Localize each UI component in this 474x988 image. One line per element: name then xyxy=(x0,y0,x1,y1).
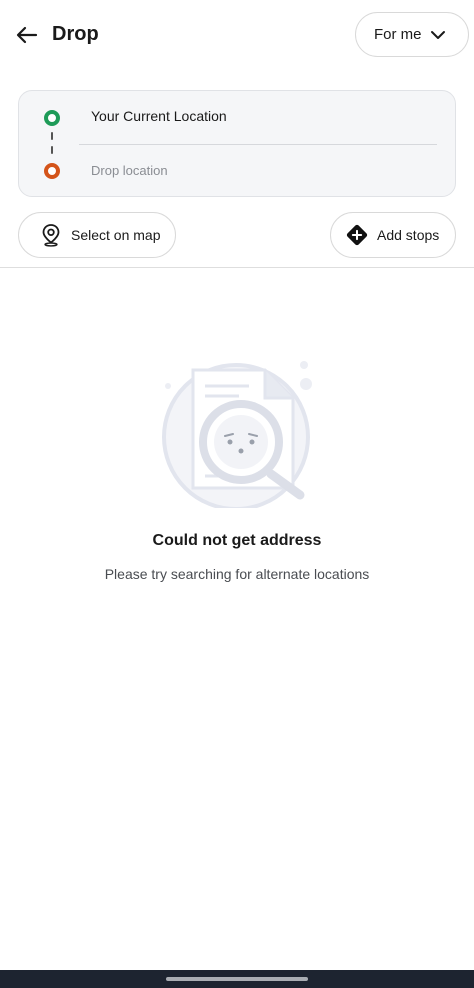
back-button[interactable] xyxy=(12,20,42,50)
select-on-map-label: Select on map xyxy=(71,227,161,243)
pickup-location-field[interactable]: Your Current Location xyxy=(91,108,227,124)
location-card: Your Current Location Drop location xyxy=(18,90,456,197)
select-on-map-button[interactable]: Select on map xyxy=(18,212,176,258)
drop-pin-icon xyxy=(44,163,60,179)
chevron-down-icon xyxy=(431,31,445,39)
empty-state-title: Could not get address xyxy=(152,532,322,549)
back-arrow-icon xyxy=(16,26,38,44)
no-results-illustration-icon xyxy=(162,361,312,508)
section-divider xyxy=(0,267,474,268)
for-me-dropdown[interactable]: For me xyxy=(355,12,469,57)
location-divider xyxy=(79,144,437,145)
system-navigation-bar xyxy=(0,970,474,988)
home-gesture-handle[interactable] xyxy=(166,977,308,981)
page-title: Drop xyxy=(52,23,99,45)
top-bar: Drop For me xyxy=(0,0,474,70)
add-stops-label: Add stops xyxy=(377,227,440,243)
for-me-label: For me xyxy=(374,26,422,43)
add-stops-button[interactable]: Add stops xyxy=(330,212,456,258)
drop-location-input[interactable]: Drop location xyxy=(91,163,168,178)
route-connector xyxy=(51,132,53,140)
route-connector xyxy=(51,146,53,154)
empty-state-subtitle: Please try searching for alternate locat… xyxy=(104,566,370,582)
map-pin-icon xyxy=(39,223,63,247)
pickup-pin-icon xyxy=(44,110,60,126)
add-stop-icon xyxy=(345,223,369,247)
